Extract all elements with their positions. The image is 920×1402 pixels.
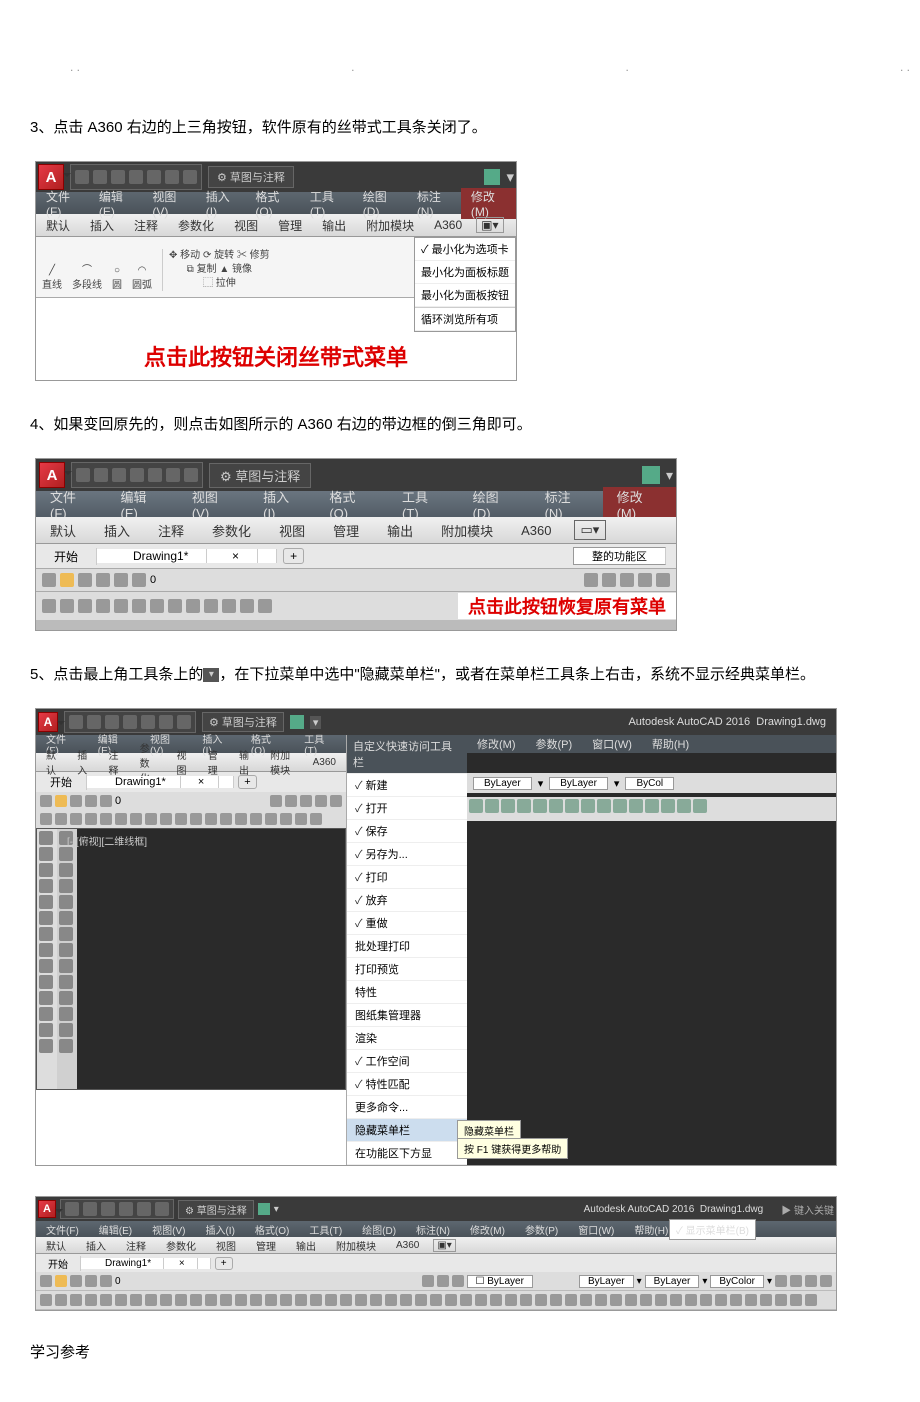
menu-item-sheet[interactable]: 图纸集管理器 xyxy=(347,1004,467,1027)
menu-item-render[interactable]: 渲染 xyxy=(347,1027,467,1050)
collapse-icon[interactable] xyxy=(290,715,304,729)
menu-bar[interactable]: 文件(F)编辑(E)视图(V) 插入(I)格式(O)工具(T) 绘图(D)标注(… xyxy=(36,1221,836,1237)
qat-menu-icon[interactable]: ▾ xyxy=(666,467,673,484)
menu-item-props[interactable]: 特性 xyxy=(347,981,467,1004)
menu-bar[interactable]: 文件(F)编辑(E)视图(V) 插入(I)格式(O)工具(T) 绘图(D)标注(… xyxy=(36,192,516,214)
ribbon-tabs[interactable]: 默认插入注释 参数化视图管理 输出附加模块A360 ▭▾ xyxy=(36,517,676,544)
app-title: Autodesk AutoCAD 2016 Drawing1.dwg xyxy=(576,1204,772,1215)
qat-menu-header: 自定义快速访问工具栏 xyxy=(347,735,467,774)
ribbon-expand-button[interactable]: ▭▾ xyxy=(574,520,607,540)
menu-item-plot[interactable]: 打印 xyxy=(347,866,467,889)
qat-menu-icon[interactable]: ▾ xyxy=(506,168,514,186)
workspace-dropdown[interactable]: ⚙ 草图与注释 xyxy=(209,463,311,488)
draw-toolbar[interactable] xyxy=(36,810,346,828)
callout-restore-ribbon: 点击此按钮恢复原有菜单 xyxy=(458,593,676,619)
step-5-text: 5、点击最上角工具条上的▾，在下拉菜单中选中"隐藏菜单栏"，或者在菜单栏工具条上… xyxy=(30,661,850,688)
menu-item-match[interactable]: 特性匹配 xyxy=(347,1073,467,1096)
ribbon-tooltip: 整的功能区 xyxy=(573,547,666,565)
menu-item-min-buttons[interactable]: 最小化为面板按钮 xyxy=(415,284,515,307)
left-toolbar-1[interactable] xyxy=(37,829,57,1089)
left-toolbar-2[interactable] xyxy=(57,829,77,1089)
collapse-icon[interactable] xyxy=(258,1203,270,1215)
app-title: Autodesk AutoCAD 2016 Drawing1.dwg xyxy=(620,716,834,728)
menu-item-min-tabs[interactable]: ✓ 最小化为选项卡 xyxy=(415,238,515,261)
step-4-text: 4、如果变回原先的，则点击如图所示的 A360 右边的带边框的倒三角即可。 xyxy=(30,411,850,438)
qat-menu-icon[interactable]: ▾ xyxy=(274,1204,279,1215)
app-logo-icon[interactable]: A xyxy=(38,164,64,190)
tooltip-f1-help: 按 F1 键获得更多帮助 xyxy=(457,1138,568,1159)
popup-show-menubar[interactable]: 显示菜单栏(B) xyxy=(669,1219,756,1240)
menu-bar[interactable]: 文件(F)编辑(E)视图(V) 插入(I)格式(O)工具(T) 绘图(D)标注(… xyxy=(36,491,676,517)
figure-2: A ⚙ 草图与注释 ▾ 文件(F)编辑(E)视图(V) 插入(I)格式(O)工具… xyxy=(35,458,677,631)
menu-item-new[interactable]: 新建 xyxy=(347,774,467,797)
figure-1: A ⚙ 草图与注释 ▾ 文件(F)编辑(E)视图(V) 插入(I)格式(O)工具… xyxy=(35,161,517,381)
qat-menu-icon[interactable]: ▾ xyxy=(310,716,322,729)
menu-item-redo[interactable]: 重做 xyxy=(347,912,467,935)
callout-close-ribbon: 点击此按钮关闭丝带式菜单 xyxy=(36,332,516,380)
header-dots: . .. .. . xyxy=(70,60,910,74)
draw-toolbar[interactable] xyxy=(36,595,348,617)
figure-4: A ⚙ 草图与注释 ▾ Autodesk AutoCAD 2016 Drawin… xyxy=(35,1196,837,1311)
collapse-icon[interactable] xyxy=(642,466,660,484)
layer-row[interactable]: 0 ☐ ByLayer ByLayer▾ ByLayer▾ ByColor▾ xyxy=(36,1272,836,1291)
step-3-text: 3、点击 A360 右边的上三角按钮，软件原有的丝带式工具条关闭了。 xyxy=(30,114,850,141)
icon-toolbar[interactable] xyxy=(467,797,836,821)
menu-item-open[interactable]: 打开 xyxy=(347,797,467,820)
menu-item-below-ribbon[interactable]: 在功能区下方显 xyxy=(347,1142,467,1165)
big-toolbar-row[interactable] xyxy=(36,1291,836,1310)
quick-access-toolbar[interactable] xyxy=(64,711,196,733)
ribbon-minimize-menu[interactable]: ✓ 最小化为选项卡 最小化为面板标题 最小化为面板按钮 循环浏览所有项 xyxy=(414,237,516,332)
quick-access-toolbar[interactable] xyxy=(60,1199,174,1219)
menu-item-more[interactable]: 更多命令... xyxy=(347,1096,467,1119)
qat-dropdown-menu[interactable]: 自定义快速访问工具栏 新建 打开 保存 另存为... 打印 放弃 重做 批处理打… xyxy=(346,735,467,1165)
menu-item-min-titles[interactable]: 最小化为面板标题 xyxy=(415,261,515,284)
menu-bar-right[interactable]: 修改(M)参数(P)窗口(W)帮助(H) xyxy=(467,735,836,753)
menu-item-preview[interactable]: 打印预览 xyxy=(347,958,467,981)
ribbon-tabs[interactable]: 默认插入注释 参数化视图管理 输出附加模块A360 ▣▾ xyxy=(36,214,516,237)
properties-toolbar[interactable]: ByLayer▾ ByLayer▾ ByCol xyxy=(467,773,836,793)
menu-item-saveas[interactable]: 另存为... xyxy=(347,843,467,866)
app-logo-icon[interactable]: A xyxy=(38,1200,56,1218)
quick-access-toolbar[interactable] xyxy=(70,164,202,190)
menu-item-discard[interactable]: 放弃 xyxy=(347,889,467,912)
menu-item-batch[interactable]: 批处理打印 xyxy=(347,935,467,958)
quick-access-toolbar[interactable] xyxy=(71,462,203,488)
app-logo-icon[interactable]: A xyxy=(38,712,58,732)
document-tabs[interactable]: 开始 Drawing1* × + 整的功能区 xyxy=(36,544,676,569)
ribbon-collapse-button[interactable]: ▣▾ xyxy=(433,1239,455,1252)
workspace-dropdown[interactable]: ⚙ 草图与注释 xyxy=(208,166,294,188)
dropdown-icon: ▾ xyxy=(203,668,219,682)
layer-toolbar[interactable]: 0 xyxy=(36,569,676,592)
menu-item-workspace[interactable]: 工作空间 xyxy=(347,1050,467,1073)
menu-item-hide-menubar[interactable]: 隐藏菜单栏 xyxy=(347,1119,467,1142)
ribbon-tabs[interactable]: 默认插入注释 参数化视图管理 输出附加模块A360 ▣▾ xyxy=(36,1237,836,1254)
collapse-icon[interactable] xyxy=(484,169,500,185)
new-tab-button[interactable]: + xyxy=(283,548,304,564)
drawing-area[interactable]: [-][俯视][二维线框] xyxy=(36,828,346,1090)
app-logo-icon[interactable]: A xyxy=(39,462,65,488)
figure-3: A ⚙ 草图与注释 ▾ Autodesk AutoCAD 2016 Drawin… xyxy=(35,708,837,1166)
layer-toolbar[interactable]: 0 xyxy=(36,792,346,810)
menu-item-cycle[interactable]: 循环浏览所有项 xyxy=(415,307,515,331)
ribbon-panel-draw[interactable]: ╱直线 ⌒多段线 ○圆 ◠圆弧 ✥ 移动 ⟳ 旋转 ✂ 修剪 ⧉ 复制 ▲ 镜像… xyxy=(36,237,414,297)
page-footer: 学习参考 xyxy=(30,1341,920,1362)
view-tag[interactable]: [-][俯视][二维线框] xyxy=(67,833,147,848)
workspace-dropdown[interactable]: ⚙ 草图与注释 xyxy=(178,1200,254,1219)
search-hint[interactable]: ▶ 键入关键 xyxy=(781,1202,834,1217)
ribbon-tabs[interactable]: 默认插入注释 参数化视图管理 输出附加模块A360 xyxy=(36,753,346,772)
ribbon-collapse-button[interactable]: ▣▾ xyxy=(476,217,503,233)
workspace-dropdown[interactable]: ⚙ 草图与注释 xyxy=(202,712,284,732)
document-tabs[interactable]: 开始 Drawing1* × + xyxy=(36,1254,836,1272)
menu-item-save[interactable]: 保存 xyxy=(347,820,467,843)
